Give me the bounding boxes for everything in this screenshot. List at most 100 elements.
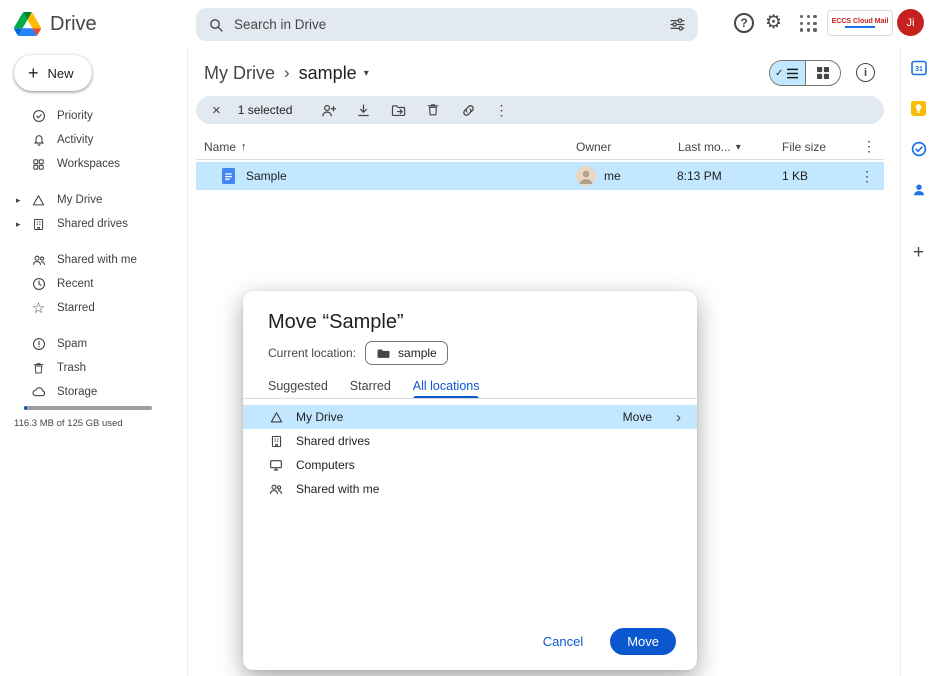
sidebar-item-priority[interactable]: Priority <box>0 104 188 128</box>
sidebar-nav: Priority Activity Workspaces ▸ My Drive … <box>0 104 188 404</box>
table-header: Name ↑ Owner Last mo... ▾ File size ⋮ <box>196 136 884 160</box>
share-person-add-icon[interactable] <box>319 102 337 119</box>
tab-all-locations[interactable]: All locations <box>413 373 480 398</box>
location-row-shared-drives[interactable]: Shared drives <box>243 429 697 453</box>
breadcrumb-root[interactable]: My Drive <box>204 63 275 84</box>
move-here-label[interactable]: Move <box>623 410 652 424</box>
breadcrumb-current[interactable]: sample ▾ <box>299 63 369 84</box>
location-label: Computers <box>296 458 681 472</box>
keep-icon[interactable] <box>911 101 926 116</box>
sidebar-item-starred[interactable]: ☆ Starred <box>0 296 188 320</box>
sidebar-item-workspaces[interactable]: Workspaces <box>0 152 188 176</box>
avatar[interactable]: Ji <box>897 9 924 36</box>
trash-icon[interactable] <box>424 102 442 118</box>
calendar-icon[interactable]: 31 <box>911 60 927 76</box>
selection-toolbar: × 1 selected ⋮ <box>196 96 884 124</box>
sidebar-item-label: Priority <box>57 110 93 122</box>
recent-clock-icon <box>30 276 47 292</box>
row-more-actions-icon[interactable]: ⋮ <box>860 168 870 185</box>
location-list: My Drive Move › Shared drives Computers … <box>243 405 697 501</box>
column-header-last-modified[interactable]: Last mo... ▾ <box>678 140 741 154</box>
sort-arrow-icon: ↑ <box>241 141 247 153</box>
get-addons-icon[interactable]: + <box>913 243 924 262</box>
help-icon[interactable]: ? <box>734 13 754 33</box>
current-location-label: Current location: <box>268 346 356 360</box>
drive-brand[interactable]: Drive <box>14 9 97 39</box>
sidebar-item-shared-drives[interactable]: ▸ Shared drives <box>0 212 188 236</box>
location-row-shared-with-me[interactable]: Shared with me <box>243 477 697 501</box>
tabs-divider <box>243 398 697 399</box>
move-to-folder-icon[interactable] <box>389 102 407 119</box>
sidebar-item-label: Starred <box>57 302 95 314</box>
column-settings-icon[interactable]: ⋮ <box>862 138 872 155</box>
tab-suggested[interactable]: Suggested <box>268 373 328 398</box>
plus-icon: + <box>28 64 39 82</box>
folder-icon <box>376 346 391 361</box>
help-glyph: ? <box>740 16 747 30</box>
expand-caret-icon[interactable]: ▸ <box>16 219 21 230</box>
details-info-icon[interactable]: i <box>856 63 875 82</box>
sidebar-item-storage[interactable]: Storage <box>0 380 188 404</box>
new-button[interactable]: + New <box>14 55 92 91</box>
computers-icon <box>268 457 284 473</box>
move-button[interactable]: Move <box>610 628 676 655</box>
grid-view-button[interactable] <box>805 61 841 85</box>
shared-with-me-icon <box>30 252 47 268</box>
search-bar[interactable]: Search in Drive <box>196 8 698 41</box>
sidebar-item-activity[interactable]: Activity <box>0 128 188 152</box>
sidebar-item-my-drive[interactable]: ▸ My Drive <box>0 188 188 212</box>
sidebar-item-label: Storage <box>57 386 97 398</box>
sidebar-item-shared-with-me[interactable]: Shared with me <box>0 248 188 272</box>
check-icon: ✓ <box>775 68 783 79</box>
copy-link-icon[interactable] <box>459 102 477 119</box>
download-icon[interactable] <box>354 102 372 119</box>
sidebar-item-recent[interactable]: Recent <box>0 272 188 296</box>
settings-gear-icon[interactable]: ⚙ <box>765 12 782 35</box>
dialog-title: Move “Sample” <box>268 311 404 334</box>
sidebar-item-spam[interactable]: Spam <box>0 332 188 356</box>
apps-grid-icon[interactable] <box>800 15 817 32</box>
caret-down-icon: ▾ <box>736 142 741 153</box>
info-glyph: i <box>864 67 867 79</box>
my-drive-icon <box>268 410 284 425</box>
sidebar-item-label: Shared with me <box>57 254 137 266</box>
chevron-right-icon[interactable]: › <box>676 409 681 426</box>
location-label: Shared with me <box>296 482 681 496</box>
cancel-button[interactable]: Cancel <box>543 634 583 649</box>
file-name: Sample <box>246 169 287 183</box>
clear-selection-icon[interactable]: × <box>212 102 221 119</box>
location-row-computers[interactable]: Computers <box>243 453 697 477</box>
sidebar-item-label: Shared drives <box>57 218 128 230</box>
expand-caret-icon[interactable]: ▸ <box>16 195 21 206</box>
priority-icon <box>30 108 47 124</box>
tasks-icon[interactable] <box>911 141 927 157</box>
location-row-my-drive[interactable]: My Drive Move › <box>243 405 697 429</box>
list-view-button[interactable]: ✓ <box>770 61 805 85</box>
breadcrumb-dropdown-icon[interactable]: ▾ <box>364 68 369 79</box>
docs-file-icon <box>222 168 235 184</box>
column-header-name[interactable]: Name ↑ <box>204 140 247 154</box>
search-input[interactable]: Search in Drive <box>234 17 659 32</box>
sidebar-item-label: Trash <box>57 362 86 374</box>
my-drive-icon <box>30 193 47 208</box>
tab-starred[interactable]: Starred <box>350 373 391 398</box>
dialog-footer: Cancel Move <box>543 628 676 655</box>
table-row[interactable]: Sample me 8:13 PM 1 KB ⋮ <box>196 162 884 190</box>
column-header-file-size[interactable]: File size <box>782 140 826 154</box>
storage-usage-fill <box>24 406 27 410</box>
file-last-modified: 8:13 PM <box>677 169 722 183</box>
sidebar: + New Priority Activity Workspaces ▸ My … <box>0 48 188 676</box>
storage-cloud-icon <box>30 384 47 400</box>
shared-drives-icon <box>30 217 47 232</box>
current-location-chip[interactable]: sample <box>365 341 448 365</box>
column-header-owner[interactable]: Owner <box>576 140 611 154</box>
view-toggle: ✓ <box>769 60 841 86</box>
more-actions-icon[interactable]: ⋮ <box>494 102 504 119</box>
storage-usage-bar <box>24 406 152 410</box>
contacts-icon[interactable] <box>911 182 927 198</box>
grid-view-icon <box>817 67 829 79</box>
selection-count: 1 selected <box>238 103 293 117</box>
sidebar-item-trash[interactable]: Trash <box>0 356 188 380</box>
sidebar-item-label: Activity <box>57 134 93 146</box>
search-filters-icon[interactable] <box>669 16 686 33</box>
